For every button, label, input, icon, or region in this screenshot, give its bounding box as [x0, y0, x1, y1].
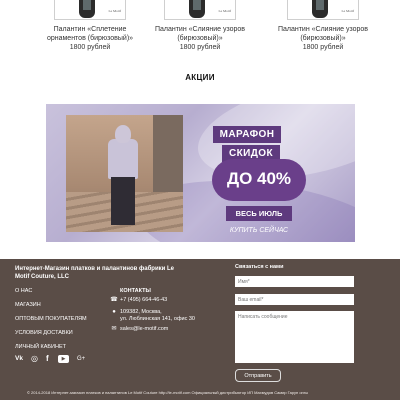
dress-shape	[111, 177, 135, 225]
promo-marathon-label: МАРАФОН	[213, 126, 281, 143]
product-card[interactable]: Le Motif Палантин «Сплетение орнаментов …	[35, 0, 145, 52]
email-link[interactable]: sales@le-motif.com	[120, 326, 168, 333]
model-figure	[79, 0, 95, 18]
model-figure	[189, 0, 205, 18]
product-image[interactable]: Le Motif	[287, 0, 359, 20]
product-name[interactable]: Палантин «Слияние узоров (бирюзовый)»	[145, 26, 255, 43]
facebook-icon[interactable]: f	[46, 355, 49, 363]
nav-link-delivery[interactable]: УСЛОВИЯ ДОСТАВКИ	[15, 330, 87, 344]
product-name-line: Палантин «Слияние узоров	[277, 26, 369, 33]
social-links: Vk ◎ f ▶ G+	[15, 355, 95, 363]
google-plus-icon[interactable]: G+	[77, 355, 85, 363]
product-card[interactable]: Le Motif Палантин «Слияние узоров (бирюз…	[268, 0, 378, 52]
buy-now-link[interactable]: КУПИТЬ СЕЙЧАС	[229, 226, 289, 235]
product-name-line: Палантин «Слияние узоров	[154, 26, 246, 33]
promo-section-title: АКЦИИ	[185, 73, 215, 82]
promo-banner[interactable]: МАРАФОН СКИДОК ДО 40% ВЕСЬ ИЮЛЬ КУПИТЬ С…	[46, 104, 355, 242]
phone-icon: ☎	[110, 297, 118, 303]
contacts-title: КОНТАКТЫ	[120, 288, 151, 294]
product-image[interactable]: Le Motif	[54, 0, 126, 20]
product-name-line: (бирюзовый)»	[177, 34, 223, 42]
youtube-icon[interactable]: ▶	[58, 355, 69, 363]
footer-title: Интернет-Магазин платков и палантинов фа…	[15, 266, 174, 280]
phone-number[interactable]: +7 (495) 664-46-43	[120, 297, 167, 304]
head-scarf-shape	[115, 125, 131, 143]
email-input[interactable]	[235, 294, 354, 305]
copyright-text: © 2014-2018 Интернет-магазин платков и п…	[27, 390, 309, 395]
product-name-line: орнаментов (бирюзовый)»	[46, 34, 134, 42]
product-price: 1800 рублей	[302, 44, 344, 51]
product-strip: Le Motif Палантин «Сплетение орнаментов …	[0, 0, 400, 60]
brand-logo: Le Motif	[108, 9, 121, 13]
instagram-icon[interactable]: ◎	[31, 355, 38, 363]
location-icon: ●	[112, 309, 116, 315]
promo-period-label: ВЕСЬ ИЮЛЬ	[226, 206, 292, 221]
promo-percent-text: ДО 40%	[226, 169, 292, 188]
address-line: ул. Люблинская 141, офис 30	[120, 315, 195, 322]
model-in-shawl	[108, 125, 138, 225]
model-figure	[312, 0, 328, 18]
product-name[interactable]: Палантин «Слияние узоров (бирюзовый)»	[268, 26, 378, 43]
brand-logo: Le Motif	[218, 9, 231, 13]
footer-nav: О НАС МАГАЗИН ОПТОВЫМ ПОКУПАТЕЛЯМ УСЛОВИ…	[15, 288, 87, 358]
product-name-line: Палантин «Сплетение	[53, 26, 127, 33]
product-name-line: (бирюзовый)»	[300, 34, 346, 42]
brand-logo: Le Motif	[341, 9, 354, 13]
banner-photo	[66, 115, 183, 232]
address-block: 109382, Москва, ул. Люблинская 141, офис…	[120, 309, 195, 322]
contact-form-title: Связаться с нами	[235, 264, 284, 270]
footer: Интернет-Магазин платков и палантинов фа…	[0, 259, 400, 400]
message-textarea[interactable]	[235, 311, 354, 363]
shawl-shape	[108, 139, 138, 179]
nav-link-wholesale[interactable]: ОПТОВЫМ ПОКУПАТЕЛЯМ	[15, 316, 87, 330]
product-price: 1800 рублей	[179, 44, 221, 51]
product-image[interactable]: Le Motif	[164, 0, 236, 20]
email-icon: ✉	[111, 326, 117, 332]
nav-link-about[interactable]: О НАС	[15, 288, 87, 302]
product-price: 1800 рублей	[69, 44, 111, 51]
name-input[interactable]	[235, 276, 354, 287]
vk-icon[interactable]: Vk	[15, 355, 23, 362]
product-card[interactable]: Le Motif Палантин «Слияние узоров (бирюз…	[145, 0, 255, 52]
send-button[interactable]: Отправить	[235, 369, 281, 382]
product-name[interactable]: Палантин «Сплетение орнаментов (бирюзовы…	[35, 26, 145, 43]
nav-link-shop[interactable]: МАГАЗИН	[15, 302, 87, 316]
